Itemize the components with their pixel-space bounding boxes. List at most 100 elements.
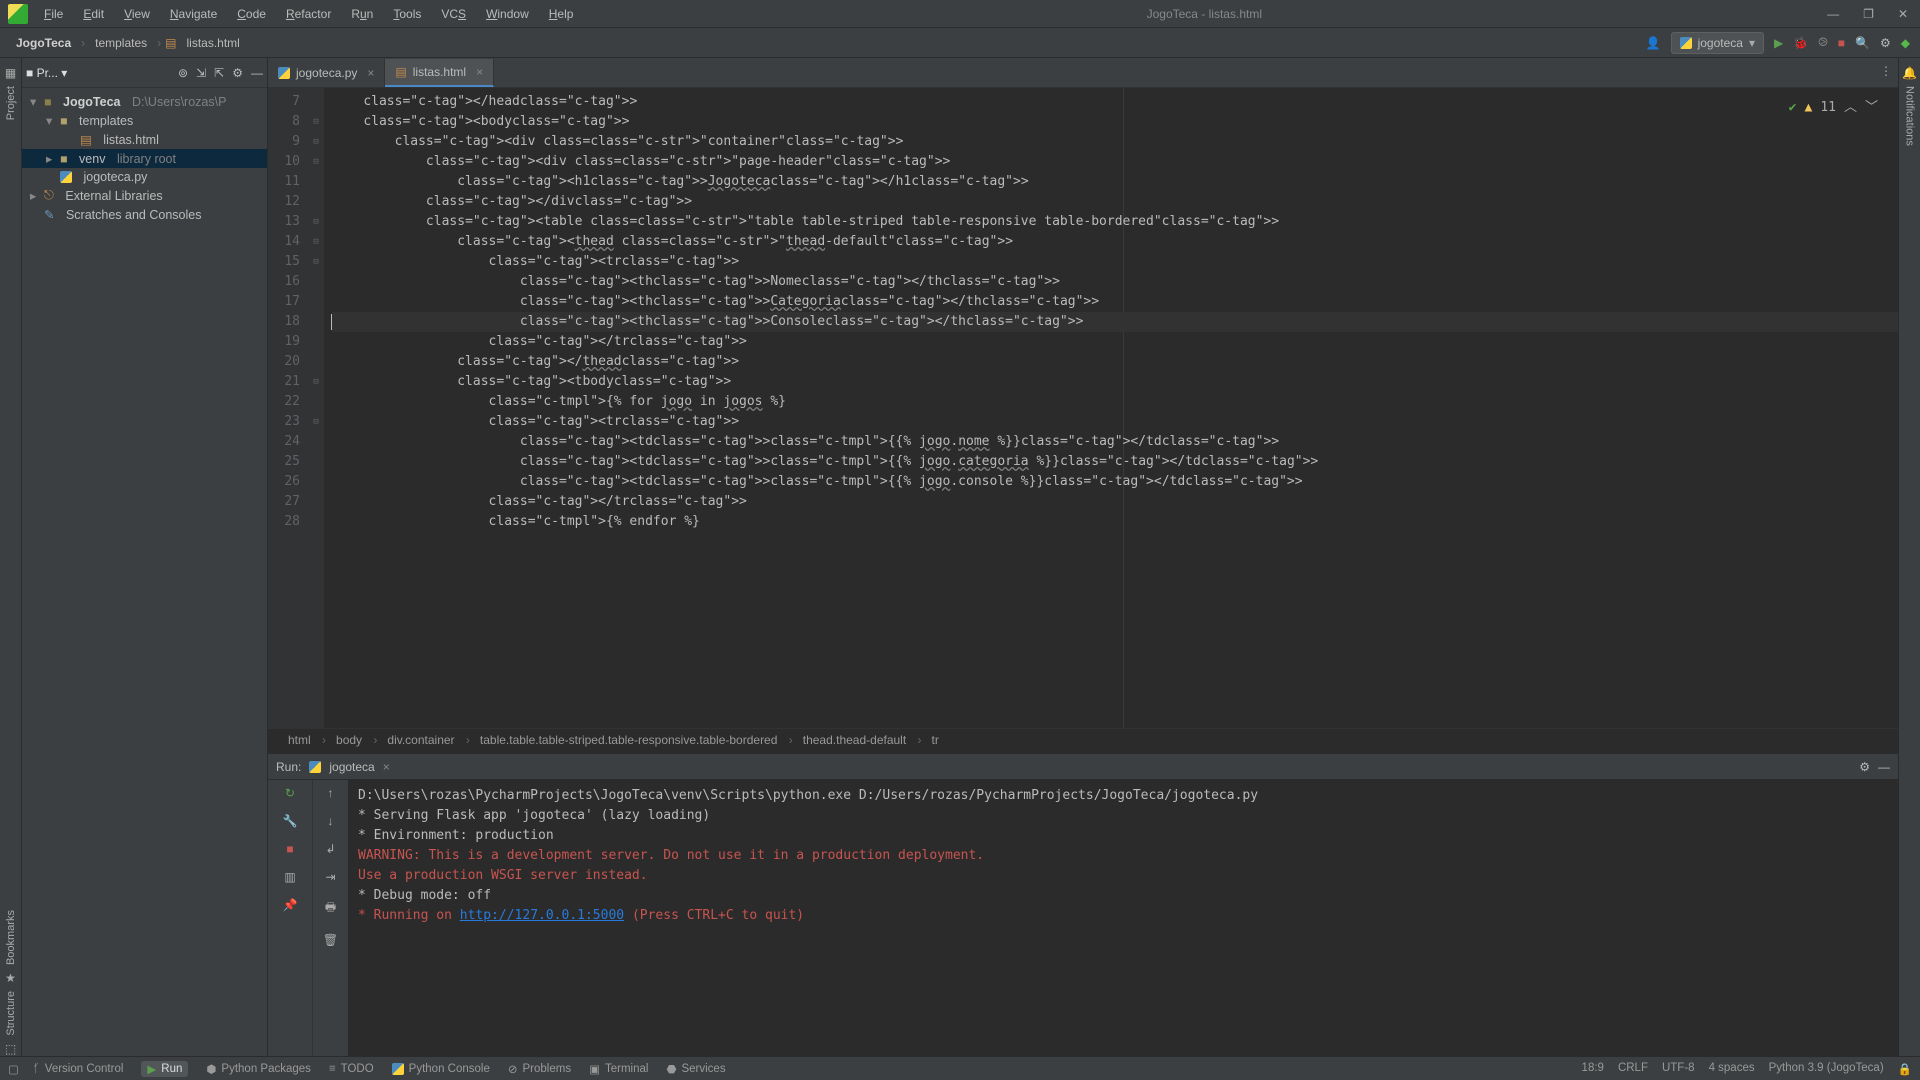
breadcrumb-file[interactable]: listas.html: [181, 34, 246, 52]
status-services[interactable]: ⬣Services: [666, 1061, 725, 1077]
inspection-widget[interactable]: ✔ ▲ 11 ︿ ﹀: [1789, 98, 1878, 118]
breadcrumb-root[interactable]: JogoTeca: [10, 34, 77, 52]
code-content[interactable]: class="c-tag"></headclass="c-tag">> clas…: [324, 88, 1898, 728]
rerun-button[interactable]: ↻: [285, 786, 295, 800]
tab-jogoteca-py[interactable]: jogoteca.py×: [268, 59, 385, 87]
menu-view[interactable]: View: [116, 3, 158, 25]
structure-icon[interactable]: ⬚: [5, 1042, 16, 1056]
check-icon: ✔: [1789, 98, 1797, 118]
crumb-table[interactable]: table.table.table-striped.table-responsi…: [480, 733, 793, 748]
target-icon[interactable]: ⊚: [178, 66, 188, 80]
menu-refactor[interactable]: Refactor: [278, 3, 339, 25]
status-vcs[interactable]: ᚶVersion Control: [33, 1061, 124, 1077]
status-problems[interactable]: ⊘Problems: [508, 1061, 571, 1077]
tool-window-quick-icon[interactable]: ▢: [8, 1062, 19, 1076]
crumb-body[interactable]: body: [336, 733, 377, 748]
menu-help[interactable]: Help: [541, 3, 582, 25]
tree-file-listas[interactable]: ▤ listas.html: [22, 130, 267, 149]
chevron-up-icon[interactable]: ︿: [1844, 98, 1857, 118]
wrench-icon[interactable]: 🔧: [283, 814, 298, 828]
close-icon[interactable]: ×: [383, 760, 390, 774]
tree-folder-venv[interactable]: ▸■ venv library root: [22, 149, 267, 168]
bell-icon[interactable]: 🔔: [1902, 66, 1917, 80]
indent[interactable]: 4 spaces: [1709, 1062, 1755, 1076]
user-icon[interactable]: [1646, 36, 1661, 50]
breadcrumb-folder[interactable]: templates: [89, 34, 153, 52]
gear-icon[interactable]: [232, 66, 243, 80]
menu-tools[interactable]: Tools: [385, 3, 429, 25]
code-editor[interactable]: 7891011121314151617181920212223242526272…: [268, 88, 1898, 728]
status-todo[interactable]: ≡TODO: [329, 1061, 374, 1077]
wrap-icon[interactable]: ↲: [325, 842, 335, 856]
interpreter[interactable]: Python 3.9 (JogoTeca): [1769, 1062, 1884, 1076]
minimize-button[interactable]: —: [1827, 7, 1839, 21]
settings-button[interactable]: [1880, 36, 1891, 50]
print-icon[interactable]: 🖶: [325, 898, 336, 919]
notifications-label[interactable]: Notifications: [1904, 80, 1916, 152]
run-button[interactable]: ▶: [1774, 36, 1783, 50]
project-label[interactable]: Project: [5, 80, 17, 126]
close-button[interactable]: ✕: [1898, 7, 1908, 21]
up-icon[interactable]: ↑: [328, 786, 334, 800]
hide-panel-button[interactable]: —: [251, 66, 263, 80]
pin-icon[interactable]: 📌: [283, 898, 298, 912]
crumb-html[interactable]: html: [288, 733, 326, 748]
run-label: Run:: [276, 760, 301, 774]
line-sep[interactable]: CRLF: [1618, 1062, 1648, 1076]
warning-count: 11: [1820, 98, 1836, 118]
crumb-div[interactable]: div.container: [387, 733, 470, 748]
menu-vcs[interactable]: VCS: [433, 3, 474, 25]
maximize-button[interactable]: ❐: [1863, 7, 1874, 21]
menu-navigate[interactable]: Navigate: [162, 3, 225, 25]
stop-button[interactable]: ■: [1838, 36, 1845, 50]
toolbox-icon[interactable]: ◆: [1901, 36, 1910, 50]
encoding[interactable]: UTF-8: [1662, 1062, 1695, 1076]
collapse-icon[interactable]: ⇱: [214, 66, 224, 80]
crumb-tr[interactable]: tr: [932, 733, 947, 748]
tab-more-icon[interactable]: ⋮: [1880, 64, 1892, 78]
bookmarks-icon[interactable]: ★: [5, 971, 16, 985]
stop-button[interactable]: ■: [286, 842, 293, 856]
menu-run[interactable]: Run: [343, 3, 381, 25]
run-config-selector[interactable]: jogoteca ▾: [1671, 32, 1764, 54]
editor-tabs: jogoteca.py× ▤listas.html× ⋮: [268, 58, 1898, 88]
menu-edit[interactable]: Edit: [75, 3, 112, 25]
menu-code[interactable]: Code: [229, 3, 274, 25]
run-tab-name[interactable]: jogoteca: [329, 760, 374, 774]
tree-root[interactable]: ▾■ JogoTeca D:\Users\rozas\P: [22, 92, 267, 111]
layout-icon[interactable]: ▥: [284, 870, 295, 884]
tree-folder-templates[interactable]: ▾■ templates: [22, 111, 267, 130]
chevron-down-icon[interactable]: ﹀: [1865, 98, 1878, 118]
search-button[interactable]: [1855, 36, 1870, 50]
trash-icon[interactable]: 🗑: [323, 933, 338, 947]
status-py-console[interactable]: Python Console: [392, 1061, 490, 1077]
main-content: ▦ Project Bookmarks ★ Structure ⬚ ■ Pr..…: [0, 58, 1920, 1056]
run-console[interactable]: D:\Users\rozas\PycharmProjects\JogoTeca\…: [348, 780, 1898, 1056]
menu-window[interactable]: Window: [478, 3, 537, 25]
crumb-thead[interactable]: thead.thead-default: [803, 733, 922, 748]
scroll-icon[interactable]: ⇥: [325, 870, 335, 884]
status-run[interactable]: ▶Run: [141, 1061, 188, 1077]
status-terminal[interactable]: ▣Terminal: [589, 1061, 648, 1077]
debug-button[interactable]: [1793, 36, 1808, 50]
tree-scratches[interactable]: ✎ Scratches and Consoles: [22, 205, 267, 224]
gear-icon[interactable]: [1859, 760, 1870, 774]
down-icon[interactable]: ↓: [328, 814, 334, 828]
structure-label[interactable]: Structure: [5, 985, 17, 1042]
coverage-button[interactable]: ⧁: [1818, 35, 1828, 50]
project-tool-button[interactable]: ▦: [5, 66, 16, 80]
close-icon[interactable]: ×: [476, 65, 483, 79]
cursor-pos[interactable]: 18:9: [1582, 1062, 1604, 1076]
tab-listas-html[interactable]: ▤listas.html×: [385, 59, 494, 87]
tree-file-jogoteca[interactable]: jogoteca.py: [22, 168, 267, 186]
project-selector[interactable]: ■ Pr... ▾: [26, 66, 67, 80]
run-config-name: jogoteca: [1698, 36, 1743, 50]
lock-icon[interactable]: 🔒: [1898, 1062, 1912, 1076]
bookmarks-label[interactable]: Bookmarks: [5, 904, 17, 971]
status-py-packages[interactable]: ⬢Python Packages: [206, 1061, 311, 1077]
hide-run-button[interactable]: —: [1878, 760, 1890, 774]
close-icon[interactable]: ×: [367, 66, 374, 80]
menu-file[interactable]: File: [36, 3, 71, 25]
tree-ext-libraries[interactable]: ▸⎋ External Libraries: [22, 186, 267, 205]
expand-icon[interactable]: ⇲: [196, 66, 206, 80]
